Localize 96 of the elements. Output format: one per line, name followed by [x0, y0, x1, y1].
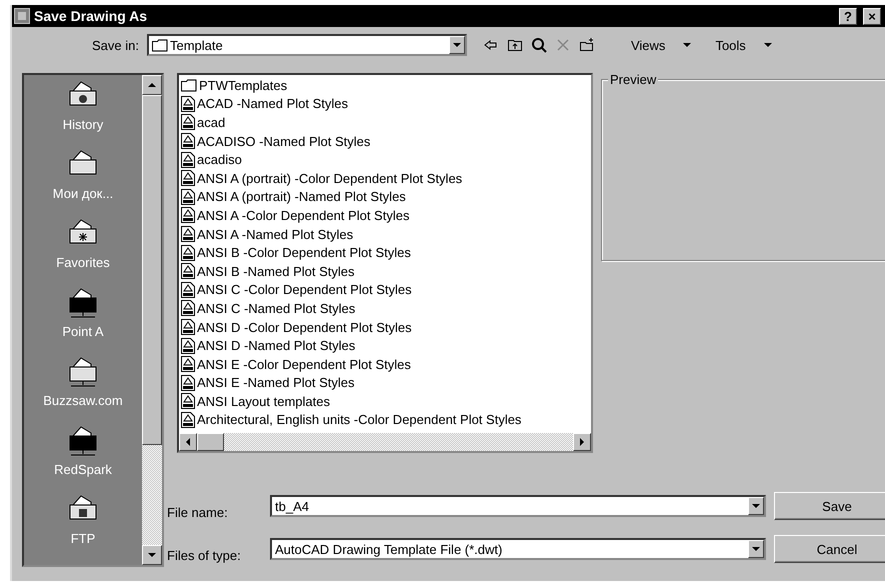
app-icon: [14, 8, 30, 24]
scroll-thumb[interactable]: [197, 433, 224, 451]
close-button[interactable]: ×: [863, 8, 881, 24]
preview-label: Preview: [608, 72, 658, 87]
help-button[interactable]: ?: [839, 8, 857, 24]
template-file-icon: [181, 338, 195, 354]
template-file-icon: [181, 188, 195, 205]
file-item[interactable]: ANSI E -Color Dependent Plot Styles: [181, 354, 589, 374]
file-item[interactable]: ACAD -Named Plot Styles: [181, 94, 589, 114]
places-item[interactable]: Point A: [62, 286, 104, 355]
template-file-icon: [181, 263, 195, 280]
file-type-value: AutoCAD Drawing Template File (*.dwt): [274, 542, 504, 556]
caret-icon: [752, 504, 760, 508]
caret-icon: [683, 43, 692, 47]
dropdown-button[interactable]: [748, 540, 764, 558]
up-folder-icon[interactable]: [506, 37, 523, 53]
folder-icon: [181, 78, 197, 92]
template-file-icon: [181, 114, 195, 130]
places-item[interactable]: FTP: [67, 493, 99, 562]
template-file-icon: [181, 282, 195, 298]
new-folder-icon[interactable]: [578, 37, 595, 53]
file-item[interactable]: ANSI A -Color Dependent Plot Styles: [181, 206, 589, 225]
cancel-button[interactable]: Cancel: [774, 535, 885, 563]
template-file-icon: [181, 207, 195, 224]
template-file-icon: [181, 96, 195, 112]
template-file-icon: [181, 300, 195, 316]
tools-menu[interactable]: Tools: [707, 38, 780, 52]
file-item[interactable]: ANSI A (portrait) -Color Dependent Plot Styles: [181, 168, 589, 188]
template-file-icon: [181, 356, 195, 372]
place-label: Buzzsaw.com: [43, 393, 123, 408]
place-label: History: [62, 117, 104, 132]
caret-icon: [764, 43, 772, 47]
file-item[interactable]: ANSI A (portrait) -Named Plot Styles: [181, 188, 589, 206]
file-item[interactable]: ACADISO -Named Plot Styles: [181, 132, 589, 150]
scroll-right-button[interactable]: [573, 433, 591, 451]
template-file-icon: [181, 170, 195, 186]
caret-icon: [752, 547, 760, 551]
places-item[interactable]: History: [62, 79, 104, 148]
scroll-left-button[interactable]: [179, 433, 197, 451]
places-item[interactable]: RedSpark: [54, 424, 112, 493]
caret-icon: [186, 438, 190, 446]
template-file-icon: [181, 319, 195, 336]
file-item[interactable]: acadiso: [181, 150, 589, 169]
folder-icon: [152, 38, 168, 52]
scroll-thumb[interactable]: [142, 95, 162, 445]
file-item[interactable]: ANSI B -Named Plot Styles: [181, 262, 589, 281]
places-item[interactable]: Мои док...: [52, 148, 114, 217]
place-label: Мои док...: [52, 186, 114, 201]
file-item[interactable]: ANSI A -Named Plot Styles: [181, 224, 589, 244]
template-file-icon: [181, 412, 195, 428]
caret-icon: [148, 553, 156, 557]
place-label: RedSpark: [54, 462, 112, 477]
back-icon[interactable]: [482, 37, 499, 53]
file-item[interactable]: Architectural, English units -Color Dependent Plot Styles: [181, 410, 589, 430]
file-item[interactable]: ANSI E -Named Plot Styles: [181, 374, 589, 392]
dropdown-button[interactable]: [748, 497, 764, 515]
file-item[interactable]: PTWTemplates: [181, 76, 589, 95]
network-folder-icon: [67, 424, 99, 458]
file-name-field[interactable]: tb_A4: [270, 495, 766, 517]
views-menu[interactable]: Views: [622, 38, 700, 52]
file-type-dropdown[interactable]: AutoCAD Drawing Template File (*.dwt): [270, 538, 766, 560]
save-in-label: Save in:: [92, 38, 139, 52]
file-item[interactable]: ANSI Layout templates: [181, 392, 589, 411]
file-item[interactable]: ANSI C -Color Dependent Plot Styles: [181, 280, 589, 300]
window-title: Save Drawing As: [34, 8, 148, 24]
dropdown-button[interactable]: [448, 36, 465, 54]
file-item[interactable]: ANSI B -Color Dependent Plot Styles: [181, 243, 589, 262]
caret-icon: [148, 83, 156, 87]
scroll-down-button[interactable]: [142, 545, 162, 565]
file-item[interactable]: acad: [181, 113, 589, 132]
place-label: FTP: [70, 531, 96, 546]
places-item[interactable]: Favorites: [56, 217, 110, 286]
save-in-value: Template: [148, 38, 449, 52]
template-file-icon: [181, 133, 195, 150]
network-folder-icon: [66, 355, 99, 389]
file-item[interactable]: ANSI D -Color Dependent Plot Styles: [181, 318, 589, 336]
template-file-icon: [181, 226, 195, 242]
file-name-value: tb_A4: [274, 498, 310, 514]
caret-icon: [580, 438, 584, 446]
scroll-up-button[interactable]: [142, 75, 162, 95]
network-folder-icon: [66, 286, 99, 320]
save-button[interactable]: Save: [774, 492, 885, 520]
search-icon[interactable]: [530, 37, 547, 53]
file-item[interactable]: ANSI C -Named Plot Styles: [181, 299, 589, 318]
file-item[interactable]: ANSI D -Named Plot Styles: [181, 336, 589, 355]
place-label: Favorites: [56, 255, 110, 270]
save-in-dropdown[interactable]: Template: [146, 34, 467, 56]
places-item[interactable]: Buzzsaw.com: [43, 355, 123, 424]
template-file-icon: [181, 152, 195, 168]
file-name-label: File name:: [167, 504, 229, 520]
file-type-label: Files of type:: [167, 548, 242, 562]
template-file-icon: [181, 244, 195, 261]
template-file-icon: [181, 393, 195, 410]
template-file-icon: [181, 374, 195, 391]
caret-icon: [452, 43, 461, 47]
place-label: Point A: [62, 324, 104, 339]
